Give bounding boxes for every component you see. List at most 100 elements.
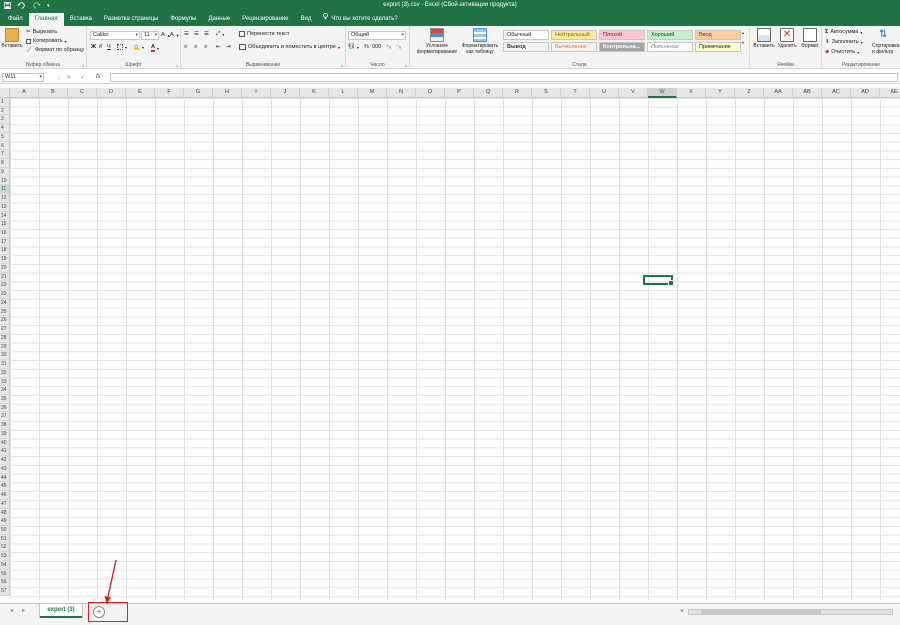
horizontal-scroll-thumb[interactable] [701, 610, 821, 614]
decrease-decimal-icon[interactable]: ⁻₀ [396, 44, 401, 50]
fill-color-icon[interactable]: ◇ ▾ [134, 44, 144, 50]
row-header-30[interactable]: 30 [0, 351, 10, 361]
row-header-19[interactable]: 19 [0, 255, 10, 264]
dialog-launcher-icon[interactable]: ⌟ [82, 62, 84, 68]
row-header-34[interactable]: 34 [0, 386, 10, 395]
name-box[interactable]: W11 ▾ [2, 73, 44, 82]
row-header-21[interactable]: 21 [0, 272, 10, 282]
row-header-37[interactable]: 37 [0, 412, 10, 422]
underline-button[interactable]: Ч [107, 44, 111, 50]
column-header-l[interactable]: L [329, 88, 358, 98]
borders-icon[interactable]: ▾ [117, 44, 127, 50]
column-header-j[interactable]: J [271, 88, 300, 98]
format-as-table-button[interactable]: Форматировать как таблицу [459, 28, 501, 55]
column-header-g[interactable]: G [184, 88, 213, 98]
column-header-s[interactable]: S [532, 88, 561, 98]
conditional-formatting-button[interactable]: Условное форматирование [416, 28, 458, 55]
copy-button[interactable]: Копировать ▾ [26, 38, 67, 44]
row-header-23[interactable]: 23 [0, 290, 10, 299]
font-color-icon[interactable]: A ▾ [151, 44, 159, 52]
formula-input[interactable] [110, 73, 898, 82]
column-header-n[interactable]: N [387, 88, 416, 98]
column-header-ac[interactable]: AC [822, 88, 851, 98]
font-size-select[interactable]: 11 ▾ [141, 31, 159, 40]
active-cell-w11[interactable] [643, 275, 674, 286]
style-check-cell[interactable]: Контрольна... [599, 42, 645, 52]
select-all-button[interactable] [0, 88, 10, 98]
save-icon[interactable] [4, 1, 11, 11]
row-header-35[interactable]: 35 [0, 394, 10, 404]
redo-icon[interactable] [32, 1, 41, 11]
fill-button[interactable]: ⬇ Заполнить ▾ [825, 39, 863, 45]
column-header-w[interactable]: W [648, 88, 677, 98]
row-header-41[interactable]: 41 [0, 447, 10, 457]
style-normal[interactable]: Обычный [503, 30, 549, 40]
column-header-ae[interactable]: AE [880, 88, 900, 98]
cancel-icon[interactable]: ✕ [66, 74, 71, 81]
row-header-16[interactable]: 16 [0, 229, 10, 238]
align-top-icon[interactable]: ☰ [184, 31, 189, 37]
row-header-33[interactable]: 33 [0, 377, 10, 387]
customize-toolbar-icon[interactable]: ▾ [47, 3, 50, 9]
dialog-launcher-icon[interactable]: ⌟ [405, 62, 407, 68]
row-header-1[interactable]: 1 [0, 98, 10, 107]
row-header-49[interactable]: 49 [0, 517, 10, 526]
row-header-46[interactable]: 46 [0, 491, 10, 500]
decrease-indent-icon[interactable]: ⇤ [216, 44, 221, 50]
row-header-47[interactable]: 47 [0, 499, 10, 509]
row-header-3[interactable]: 3 [0, 115, 10, 125]
column-header-b[interactable]: B [39, 88, 68, 98]
column-header-z[interactable]: Z [735, 88, 764, 98]
align-middle-icon[interactable]: ☰ [194, 31, 199, 37]
cut-button[interactable]: ✂ Вырезать [26, 29, 57, 35]
sheet-tab-export-3[interactable]: export (3) [40, 604, 82, 618]
next-sheet-icon[interactable]: ▸ [22, 607, 25, 614]
decrease-font-icon[interactable]: A ▼ [170, 32, 180, 38]
format-cells-button[interactable]: Формат [799, 28, 821, 49]
column-header-k[interactable]: K [300, 88, 329, 98]
row-header-18[interactable]: 18 [0, 246, 10, 256]
row-header-50[interactable]: 50 [0, 525, 10, 535]
tab-insert[interactable]: Вставка [64, 13, 98, 26]
column-header-h[interactable]: H [213, 88, 242, 98]
row-header-45[interactable]: 45 [0, 482, 10, 492]
row-header-17[interactable]: 17 [0, 237, 10, 247]
row-header-29[interactable]: 29 [0, 342, 10, 352]
tab-page-layout[interactable]: Разметка страницы [98, 13, 164, 26]
column-header-v[interactable]: V [619, 88, 648, 98]
row-header-44[interactable]: 44 [0, 473, 10, 483]
column-header-a[interactable]: A [10, 88, 39, 98]
row-header-20[interactable]: 20 [0, 263, 10, 273]
row-header-36[interactable]: 36 [0, 403, 10, 413]
column-header-ab[interactable]: AB [793, 88, 822, 98]
align-right-icon[interactable]: ≡ [204, 44, 207, 50]
row-header-4[interactable]: 4 [0, 124, 10, 133]
orientation-icon[interactable]: ⤢ ▾ [216, 31, 224, 38]
column-header-q[interactable]: Q [474, 88, 503, 98]
increase-decimal-icon[interactable]: ⁺₀ [386, 44, 391, 50]
row-header-32[interactable]: 32 [0, 368, 10, 378]
style-calculation[interactable]: Вычисление [551, 42, 597, 52]
row-header-54[interactable]: 54 [0, 560, 10, 570]
row-header-11[interactable]: 11 [0, 185, 10, 195]
column-header-i[interactable]: I [242, 88, 271, 98]
tab-data[interactable]: Данные [202, 13, 236, 26]
dialog-launcher-icon[interactable]: ⌟ [176, 62, 178, 68]
row-header-2[interactable]: 2 [0, 106, 10, 116]
row-header-27[interactable]: 27 [0, 325, 10, 334]
column-header-m[interactable]: M [358, 88, 387, 98]
tab-home[interactable]: Главная [28, 13, 64, 26]
row-header-5[interactable]: 5 [0, 132, 10, 142]
style-bad[interactable]: Плохой [599, 30, 645, 40]
dialog-launcher-icon[interactable]: ⌟ [341, 62, 343, 68]
style-input[interactable]: Ввод [695, 30, 741, 40]
tab-formulas[interactable]: Формулы [164, 13, 202, 26]
row-header-7[interactable]: 7 [0, 150, 10, 160]
row-header-13[interactable]: 13 [0, 202, 10, 212]
style-good[interactable]: Хороший [647, 30, 693, 40]
style-explanatory[interactable]: Пояснение [647, 42, 693, 52]
style-neutral[interactable]: Нейтральный [551, 30, 597, 40]
column-header-e[interactable]: E [126, 88, 155, 98]
column-header-r[interactable]: R [503, 88, 532, 98]
font-name-select[interactable]: Calibri ▾ [90, 31, 140, 40]
